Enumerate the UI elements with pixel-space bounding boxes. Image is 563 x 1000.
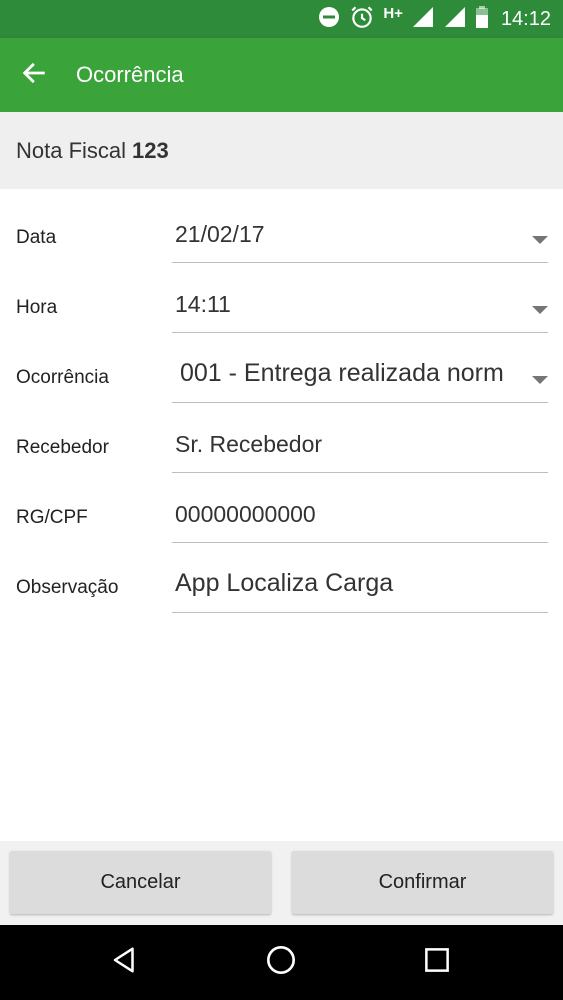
nav-recents-button[interactable] bbox=[417, 942, 457, 982]
form-row-date: Data 21/02/17 bbox=[0, 201, 563, 271]
notes-label: Observação bbox=[16, 577, 119, 598]
date-label: Data bbox=[16, 227, 57, 248]
arrow-back-icon bbox=[20, 59, 48, 92]
confirm-button[interactable]: Confirmar bbox=[292, 851, 553, 914]
invoice-number: 123 bbox=[132, 138, 169, 163]
battery-icon bbox=[475, 5, 489, 34]
notes-input[interactable]: App Localiza Carga bbox=[175, 569, 535, 598]
form-row-time: Hora 14:11 bbox=[0, 271, 563, 341]
form-row-document: RG/CPF 00000000000 bbox=[0, 481, 563, 551]
recents-square-icon bbox=[422, 945, 452, 980]
back-button[interactable] bbox=[14, 55, 54, 95]
receiver-label: Recebedor bbox=[16, 437, 109, 458]
document-label: RG/CPF bbox=[16, 507, 88, 528]
form-row-notes: Observação App Localiza Carga bbox=[0, 551, 563, 621]
time-underline bbox=[172, 332, 548, 333]
notes-underline bbox=[172, 612, 548, 613]
action-area: Cancelar Confirmar bbox=[0, 841, 563, 925]
invoice-text: Nota Fiscal 123 bbox=[16, 112, 169, 189]
alarm-icon bbox=[349, 4, 375, 35]
time-label: Hora bbox=[16, 297, 58, 318]
invoice-header: Nota Fiscal 123 bbox=[0, 112, 563, 189]
home-circle-icon bbox=[265, 944, 297, 981]
document-input[interactable]: 00000000000 bbox=[175, 501, 535, 528]
form-row-occurrence: Ocorrência 001 - Entrega realizada norm bbox=[0, 341, 563, 411]
occurrence-spinner[interactable]: 001 - Entrega realizada norm bbox=[180, 359, 538, 388]
status-time: 14:12 bbox=[500, 7, 551, 30]
occurrence-label: Ocorrência bbox=[16, 367, 109, 388]
status-icons: H+ 14:12 bbox=[309, 0, 551, 38]
nav-bar bbox=[0, 925, 563, 1000]
receiver-underline bbox=[172, 472, 548, 473]
page-title: Ocorrência bbox=[76, 62, 184, 87]
nav-back-button[interactable] bbox=[105, 942, 145, 982]
app-bar: Ocorrência bbox=[0, 38, 563, 112]
status-bar: H+ 14:12 bbox=[0, 0, 563, 38]
signal-icon bbox=[411, 5, 435, 34]
invoice-label: Nota Fiscal bbox=[16, 138, 127, 163]
form-row-receiver: Recebedor Sr. Recebedor bbox=[0, 411, 563, 481]
signal-icon bbox=[443, 5, 467, 34]
time-spinner[interactable]: 14:11 bbox=[175, 291, 535, 318]
cancel-button[interactable]: Cancelar bbox=[10, 851, 271, 914]
back-triangle-icon bbox=[110, 945, 140, 980]
nav-home-button[interactable] bbox=[261, 942, 301, 982]
dropdown-arrow-icon[interactable] bbox=[532, 376, 548, 384]
dropdown-arrow-icon[interactable] bbox=[532, 236, 548, 244]
do-not-disturb-icon bbox=[317, 5, 341, 34]
dropdown-arrow-icon[interactable] bbox=[532, 306, 548, 314]
document-underline bbox=[172, 542, 548, 543]
date-spinner[interactable]: 21/02/17 bbox=[175, 221, 535, 248]
receiver-input[interactable]: Sr. Recebedor bbox=[175, 431, 535, 458]
date-underline bbox=[172, 262, 548, 263]
occurrence-underline bbox=[172, 402, 548, 403]
network-type: H+ bbox=[383, 4, 403, 22]
